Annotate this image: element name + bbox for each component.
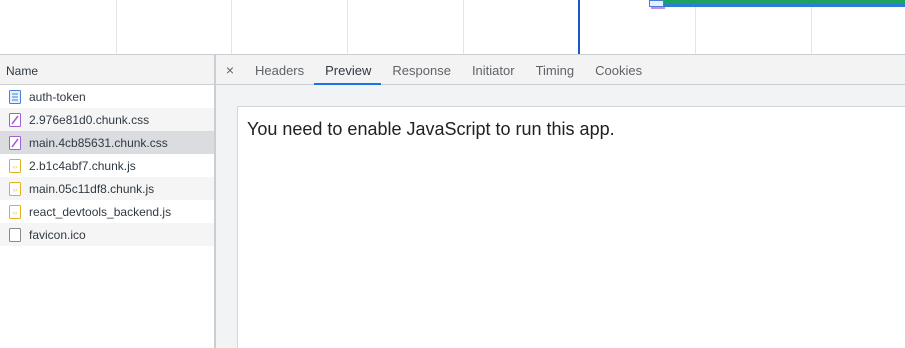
request-name: 2.976e81d0.chunk.css [29,112,150,127]
script-icon: ‹› [9,158,21,173]
overview-grid-line [695,0,696,54]
request-name: main.05c11df8.chunk.js [29,181,155,196]
overview-grid-line [231,0,232,54]
stylesheet-icon [9,112,21,127]
name-column-header[interactable]: Name [0,55,214,85]
preview-panel: You need to enable JavaScript to run thi… [216,85,905,348]
detail-tab-bar: × Headers Preview Response Initiator Tim… [216,55,905,85]
overview-grid-line [463,0,464,54]
request-name: react_devtools_backend.js [29,204,172,219]
request-row-js[interactable]: ‹› main.05c11df8.chunk.js [0,177,214,200]
tab-initiator[interactable]: Initiator [461,55,525,84]
tab-cookies[interactable]: Cookies [584,55,652,84]
timeline-marker [578,0,580,54]
request-row-js[interactable]: ‹› 2.b1c4abf7.chunk.js [0,154,214,177]
overview-grid-line [116,0,117,54]
overview-request-bar [651,7,665,9]
file-icon [9,227,21,242]
tab-preview[interactable]: Preview [314,55,382,85]
stylesheet-icon [9,135,21,150]
request-name: auth-token [29,89,86,104]
request-row-css-selected[interactable]: main.4cb85631.chunk.css [0,131,214,154]
request-row-css[interactable]: 2.976e81d0.chunk.css [0,108,214,131]
overview-request-bar [649,0,664,7]
overview-request-bar [664,4,905,7]
svg-text:‹›: ‹› [13,210,18,217]
tab-headers[interactable]: Headers [244,55,314,84]
script-icon: ‹› [9,181,21,196]
svg-text:‹›: ‹› [13,164,18,171]
tab-timing[interactable]: Timing [525,55,585,84]
request-name: favicon.ico [29,227,86,242]
document-icon [9,89,21,104]
preview-frame: You need to enable JavaScript to run thi… [237,106,905,348]
request-row-js[interactable]: ‹› react_devtools_backend.js [0,200,214,223]
svg-text:‹›: ‹› [13,187,18,194]
tab-response[interactable]: Response [381,55,461,84]
preview-message: You need to enable JavaScript to run thi… [247,119,615,139]
overview-grid-line [811,0,812,54]
network-overview[interactable] [0,0,905,54]
close-icon[interactable]: × [216,55,244,84]
request-list: Name auth-token 2.976e81d0.chunk.css mai… [0,55,214,348]
request-row-favicon[interactable]: favicon.ico [0,223,214,246]
overview-grid-line [347,0,348,54]
request-name: main.4cb85631.chunk.css [29,135,168,150]
script-icon: ‹› [9,204,21,219]
request-row-auth-token[interactable]: auth-token [0,85,214,108]
request-name: 2.b1c4abf7.chunk.js [29,158,136,173]
